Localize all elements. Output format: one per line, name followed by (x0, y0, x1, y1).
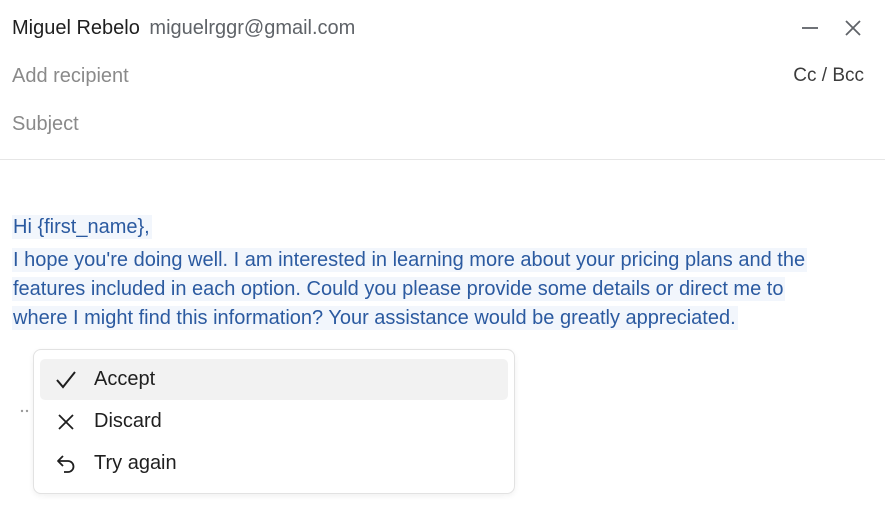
subject-input[interactable]: Subject (12, 111, 79, 137)
body-line: features included in each option. Could … (12, 277, 786, 301)
ai-suggestion-menu: Accept Discard Try again (33, 349, 515, 494)
greeting-line: Hi {first_name}, (12, 215, 152, 239)
accept-menu-item[interactable]: Accept (40, 359, 508, 400)
close-button[interactable] (839, 14, 867, 42)
discard-menu-item[interactable]: Discard (40, 401, 508, 442)
recipient-input[interactable]: Add recipient (12, 63, 129, 89)
undo-arrow-icon (46, 443, 86, 484)
try-again-menu-item[interactable]: Try again (40, 443, 508, 484)
sender-name: Miguel Rebelo (12, 17, 140, 39)
body-line: I hope you're doing well. I am intereste… (12, 248, 808, 272)
accept-label: Accept (94, 368, 156, 390)
body-line: where I might find this information? You… (12, 306, 738, 330)
sender-email: miguelrggr@gmail.com (149, 17, 356, 39)
header-divider (0, 159, 885, 160)
close-icon (845, 20, 861, 36)
cc-bcc-button[interactable]: Cc / Bcc (793, 63, 864, 89)
message-body[interactable]: Hi {first_name}, I hope you're doing wel… (12, 213, 872, 333)
x-icon (46, 401, 86, 442)
email-compose-window: Miguel Rebelo miguelrggr@gmail.com Add r… (0, 0, 885, 505)
discard-label: Discard (94, 410, 162, 432)
minimize-button[interactable] (796, 14, 824, 42)
drag-handle-icon[interactable] (20, 403, 30, 413)
try-again-label: Try again (94, 452, 177, 474)
check-icon (46, 359, 86, 400)
from-field: Miguel Rebelo miguelrggr@gmail.com (12, 15, 355, 41)
minimize-icon (802, 27, 818, 29)
